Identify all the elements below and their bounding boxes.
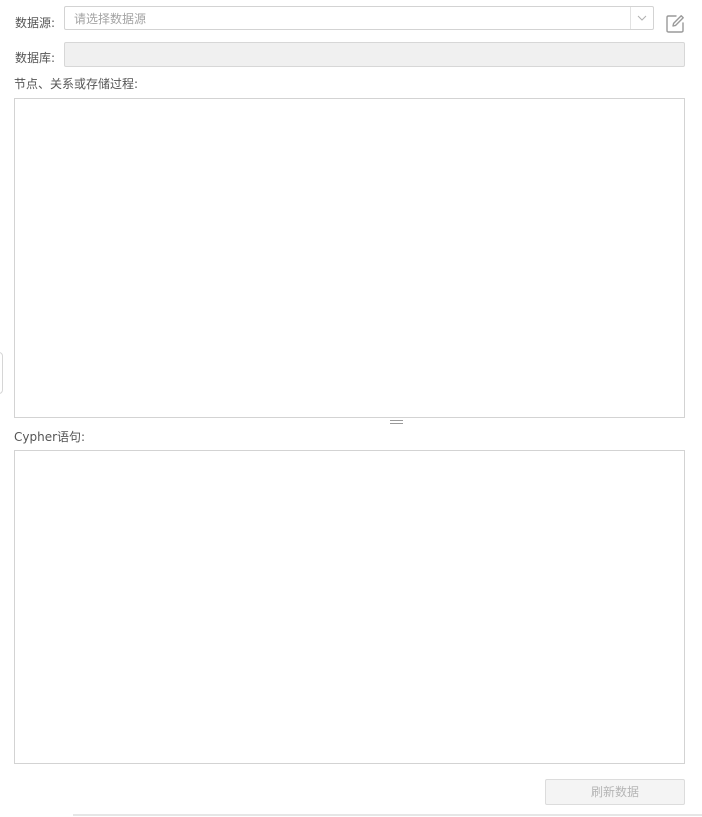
datasource-label: 数据源: — [15, 16, 56, 30]
objects-textarea[interactable] — [14, 98, 685, 418]
side-collapse-handle[interactable] — [0, 352, 3, 394]
cypher-label: Cypher语句: — [14, 430, 86, 444]
datasource-select[interactable]: 请选择数据源 — [64, 6, 654, 30]
datasource-placeholder: 请选择数据源 — [74, 12, 147, 26]
panel-splitter-handle[interactable] — [390, 420, 403, 426]
refresh-data-button[interactable]: 刷新数据 — [545, 779, 685, 805]
objects-label: 节点、关系或存储过程: — [14, 77, 139, 91]
database-label: 数据库: — [15, 51, 56, 65]
edit-icon[interactable] — [664, 13, 686, 35]
cypher-textarea[interactable] — [14, 450, 685, 764]
database-field — [64, 42, 685, 67]
bottom-divider — [73, 814, 702, 816]
chevron-down-icon[interactable] — [630, 7, 653, 29]
